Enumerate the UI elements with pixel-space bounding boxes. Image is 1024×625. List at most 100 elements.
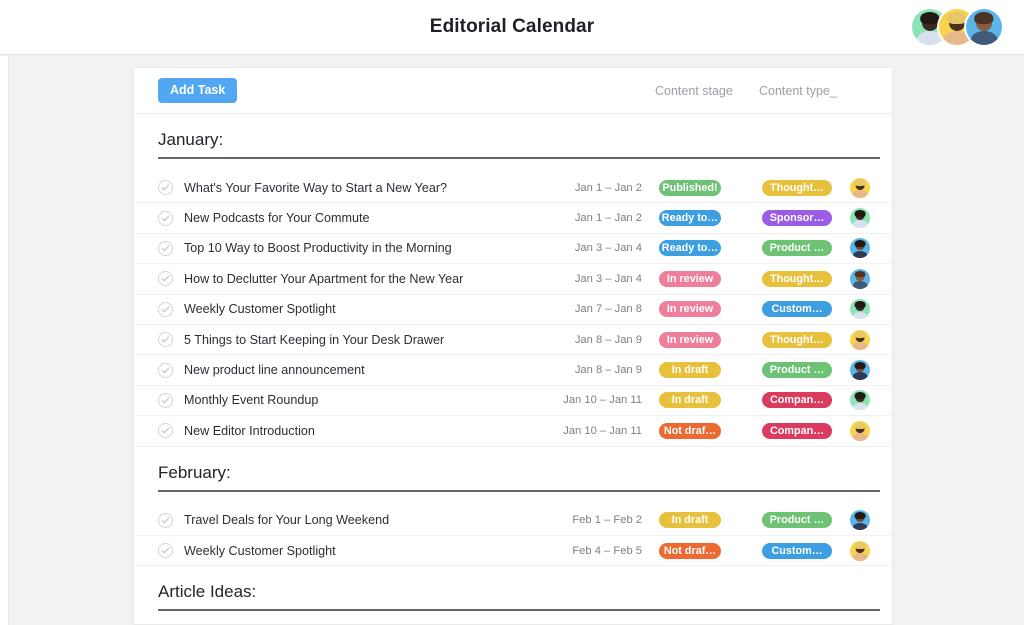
avatar[interactable] (850, 268, 870, 289)
task-date-range: Jan 7 – Jan 8 (574, 303, 642, 316)
avatar-hair (854, 240, 866, 248)
content-stage-badge[interactable]: Ready to… (659, 240, 721, 257)
left-rail (0, 56, 9, 625)
avatar[interactable] (850, 390, 870, 411)
task-title[interactable]: Weekly Customer Spotlight (184, 544, 336, 558)
avatar-hair (854, 209, 866, 217)
avatar-hair (947, 12, 967, 25)
table-row[interactable]: How to Declutter Your Apartment for the … (134, 264, 892, 295)
add-task-button[interactable]: Add Task (158, 77, 238, 104)
calendar-card: Add Task Content stage Content type_ Jan… (133, 67, 893, 625)
avatar[interactable] (850, 510, 870, 531)
task-title[interactable]: How to Declutter Your Apartment for the … (184, 272, 463, 286)
check-circle-icon[interactable] (158, 271, 173, 287)
table-row[interactable]: New product line announcement Jan 8 – Jan… (134, 355, 892, 386)
section-title: February: (158, 462, 231, 482)
table-row[interactable]: New Podcasts for Your Commute Jan 1 – Jan… (134, 203, 892, 234)
avatar-body (852, 250, 868, 259)
check-circle-icon[interactable] (158, 180, 173, 196)
check-circle-icon[interactable] (158, 301, 173, 317)
table-row[interactable]: Weekly Customer Spotlight Feb 4 – Feb 5 No… (134, 536, 892, 567)
content-stage-badge[interactable]: In review (659, 270, 721, 287)
task-date-range: Jan 3 – Jan 4 (574, 242, 642, 255)
content-type-badge[interactable]: Sponsor… (762, 210, 832, 227)
content-stage-badge[interactable]: In review (659, 331, 721, 348)
avatar-hair (854, 179, 866, 187)
task-title[interactable]: New product line announcement (184, 363, 365, 377)
content-type-badge[interactable]: Product … (762, 512, 832, 529)
avatar[interactable] (850, 420, 870, 441)
avatar[interactable] (850, 238, 870, 259)
avatar[interactable] (850, 360, 870, 381)
avatar-hair (854, 301, 866, 308)
avatar-body (852, 433, 868, 441)
check-circle-icon[interactable] (158, 423, 173, 439)
content-type-badge[interactable]: Thought… (762, 179, 832, 196)
avatar[interactable] (850, 177, 870, 198)
task-title[interactable]: Weekly Customer Spotlight (184, 302, 336, 316)
task-title[interactable]: What's Your Favorite Way to Start a New … (184, 181, 447, 195)
content-type-badge[interactable]: Compan… (762, 422, 832, 439)
content-stage-badge[interactable]: Published! (659, 179, 721, 196)
content-type-badge[interactable]: Thought… (762, 270, 832, 287)
check-circle-icon[interactable] (158, 210, 173, 226)
task-date-range: Jan 1 – Jan 2 (574, 181, 642, 194)
content-stage-badge[interactable]: Ready to… (659, 210, 721, 227)
check-circle-icon[interactable] (158, 240, 173, 256)
avatar-hair (854, 512, 866, 519)
avatar-body (852, 342, 868, 350)
task-date-range: Jan 8 – Jan 9 (574, 333, 642, 346)
avatar[interactable] (850, 329, 870, 350)
content-stage-badge[interactable]: In review (659, 301, 721, 318)
check-circle-icon[interactable] (158, 543, 173, 559)
avatar-hair (854, 542, 866, 550)
check-circle-icon[interactable] (158, 332, 173, 348)
page-title: Editorial Calendar (429, 16, 595, 37)
content-stage-badge[interactable]: In draft (659, 392, 721, 409)
avatar-body (852, 522, 868, 531)
content-type-badge[interactable]: Thought… (762, 331, 832, 348)
check-circle-icon[interactable] (158, 392, 173, 408)
table-row[interactable]: Monthly Event Roundup Jan 10 – Jan 11 In d… (134, 386, 892, 417)
table-row[interactable]: Weekly Customer Spotlight Jan 7 – Jan 8 In… (134, 295, 892, 325)
content-type-badge[interactable]: Product … (762, 240, 832, 257)
table-row[interactable]: New Editor Introduction Jan 10 – Jan 11 No… (134, 416, 892, 447)
content-stage-badge[interactable]: Not draf… (659, 422, 721, 439)
column-header-content-type[interactable]: Content type_ (759, 84, 837, 98)
section-title: Article Ideas: (158, 582, 257, 602)
content-type-badge[interactable]: Custom… (762, 542, 832, 559)
content-type-badge[interactable]: Compan… (762, 392, 832, 409)
content-type-badge[interactable]: Product … (762, 362, 832, 379)
app-header: Editorial Calendar (0, 0, 1024, 55)
task-title[interactable]: Travel Deals for Your Long Weekend (184, 513, 389, 527)
content-stage-badge[interactable]: In draft (659, 512, 721, 529)
task-title[interactable]: New Podcasts for Your Commute (184, 211, 370, 225)
check-circle-icon[interactable] (158, 512, 173, 528)
task-title[interactable]: 5 Things to Start Keeping in Your Desk D… (184, 333, 444, 347)
task-title[interactable]: New Editor Introduction (184, 424, 315, 438)
avatar-hair (974, 12, 994, 25)
avatar[interactable] (850, 540, 870, 561)
header-avatar-group[interactable] (912, 9, 1002, 45)
avatar[interactable] (850, 208, 870, 229)
avatar[interactable] (966, 9, 1002, 45)
column-header-content-stage[interactable]: Content stage (655, 84, 733, 98)
table-row[interactable]: Top 10 Way to Boost Productivity in the … (134, 234, 892, 265)
avatar-body (852, 281, 868, 289)
content-stage-badge[interactable]: In draft (659, 362, 721, 379)
section-title: January: (158, 130, 224, 149)
table-row[interactable]: 5 Things to Start Keeping in Your Desk D… (134, 325, 892, 356)
avatar-body (970, 31, 998, 45)
check-circle-icon[interactable] (158, 362, 173, 378)
avatar-body (852, 190, 868, 198)
content-type-badge[interactable]: Custom… (762, 301, 832, 318)
table-row[interactable]: Travel Deals for Your Long Weekend Feb 1 … (134, 506, 892, 536)
avatar-hair (920, 12, 940, 25)
avatar[interactable] (850, 299, 870, 320)
task-title[interactable]: Top 10 Way to Boost Productivity in the … (184, 241, 452, 255)
card-toolbar: Add Task Content stage Content type_ (134, 68, 892, 114)
task-title[interactable]: Monthly Event Roundup (184, 393, 318, 407)
table-row[interactable]: What's Your Favorite Way to Start a New … (134, 173, 892, 204)
content-stage-badge[interactable]: Not draf… (659, 542, 721, 559)
